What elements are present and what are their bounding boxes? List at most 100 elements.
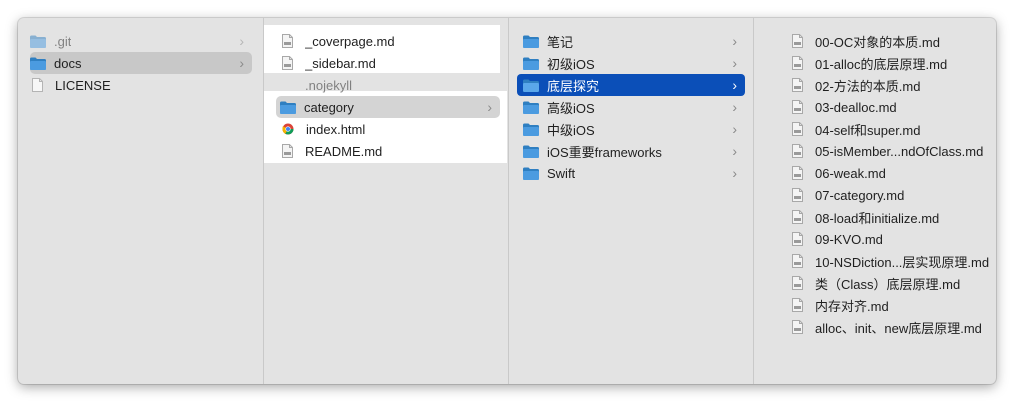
row-sidebar-file[interactable]: _sidebar.md (282, 52, 492, 74)
markdown-file-icon (282, 144, 293, 158)
folder-icon (523, 167, 539, 180)
markdown-file-icon (792, 166, 803, 180)
row-label: index.html (306, 121, 366, 137)
md-file-row[interactable]: 00-OC对象的本质.md (792, 30, 992, 52)
md-file-row[interactable]: 01-alloc的底层原理.md (792, 52, 992, 74)
md-file-row[interactable]: 03-dealloc.md (792, 96, 992, 118)
folder-icon (30, 57, 46, 70)
row-category-folder[interactable]: category › (276, 96, 500, 118)
md-file-row[interactable]: 07-category.md (792, 184, 992, 206)
row-git-folder[interactable]: .git › (30, 30, 252, 52)
row-label: 04-self和super.md (815, 122, 921, 138)
md-file-row[interactable]: 05-isMember...ndOfClass.md (792, 140, 992, 162)
row-label: 05-isMember...ndOfClass.md (815, 143, 984, 159)
markdown-file-icon (792, 34, 803, 48)
markdown-file-icon (792, 78, 803, 92)
column-low-level[interactable]: 00-OC对象的本质.md 01-alloc的底层原理.md 02-方法的本质.… (754, 18, 996, 384)
folder-icon (523, 123, 539, 136)
chevron-right-icon: › (732, 121, 737, 137)
row-folder-swift[interactable]: Swift › (523, 162, 745, 184)
row-label: 10-NSDiction...层实现原理.md (815, 254, 990, 270)
row-index-html[interactable]: index.html (282, 118, 492, 140)
row-label: 06-weak.md (815, 165, 886, 181)
chevron-right-icon: › (487, 99, 492, 115)
row-folder-notes[interactable]: 笔记 › (523, 30, 745, 52)
markdown-file-icon (792, 298, 803, 312)
md-file-row[interactable]: 06-weak.md (792, 162, 992, 184)
row-readme-file[interactable]: README.md (282, 140, 492, 162)
folder-icon (523, 57, 539, 70)
chevron-right-icon: › (732, 55, 737, 71)
row-label: .nojekyll (305, 77, 352, 93)
chevron-right-icon: › (732, 77, 737, 93)
row-label: 初级iOS (547, 56, 595, 72)
folder-icon (523, 35, 539, 48)
finder-window: .git › docs › LICENSE _coverpage.md _sid… (18, 18, 996, 384)
row-folder-advanced-ios[interactable]: 高级iOS › (523, 96, 745, 118)
md-file-row[interactable]: 04-self和super.md (792, 118, 992, 140)
row-label: 00-OC对象的本质.md (815, 34, 940, 50)
row-license-file[interactable]: LICENSE (32, 74, 254, 96)
column-docs[interactable]: _coverpage.md _sidebar.md .nojekyll cate… (264, 18, 508, 384)
markdown-file-icon (792, 144, 803, 158)
markdown-file-icon (792, 232, 803, 246)
row-label: _sidebar.md (305, 55, 376, 71)
markdown-file-icon (792, 188, 803, 202)
row-label: 09-KVO.md (815, 231, 883, 247)
folder-icon (30, 35, 46, 48)
row-folder-beginner-ios[interactable]: 初级iOS › (523, 52, 745, 74)
row-label: alloc、init、new底层原理.md (815, 320, 982, 336)
md-file-row[interactable]: alloc、init、new底层原理.md (792, 316, 992, 338)
row-label: 08-load和initialize.md (815, 210, 940, 226)
md-file-row[interactable]: 02-方法的本质.md (792, 74, 992, 96)
folder-icon (523, 79, 539, 92)
row-label: 02-方法的本质.md (815, 78, 921, 94)
row-label: docs (54, 55, 82, 71)
row-folder-low-level[interactable]: 底层探究 › (517, 74, 745, 96)
row-label: 内存对齐.md (815, 298, 889, 314)
markdown-file-icon (792, 210, 803, 224)
chevron-right-icon: › (732, 143, 737, 159)
row-label: 笔记 (547, 34, 574, 50)
row-label: 03-dealloc.md (815, 99, 897, 115)
markdown-file-icon (792, 254, 803, 268)
row-label: _coverpage.md (305, 33, 395, 49)
md-file-row[interactable]: 08-load和initialize.md (792, 206, 992, 228)
row-label: category (304, 99, 354, 115)
chevron-right-icon: › (239, 33, 244, 49)
markdown-file-icon (792, 276, 803, 290)
row-docs-folder[interactable]: docs › (30, 52, 252, 74)
row-label: 类（Class）底层原理.md (815, 276, 961, 292)
column-root[interactable]: .git › docs › LICENSE (18, 18, 263, 384)
row-label: 底层探究 (547, 78, 600, 94)
chevron-right-icon: › (732, 99, 737, 115)
markdown-file-icon (282, 56, 293, 70)
row-label: 07-category.md (815, 187, 905, 203)
row-label: iOS重要frameworks (547, 144, 662, 160)
md-file-row[interactable]: 内存对齐.md (792, 294, 992, 316)
markdown-file-icon (792, 56, 803, 70)
markdown-file-icon (792, 100, 803, 114)
row-folder-intermediate-ios[interactable]: 中级iOS › (523, 118, 745, 140)
md-file-row[interactable]: 类（Class）底层原理.md (792, 272, 992, 294)
md-file-row[interactable]: 09-KVO.md (792, 228, 992, 250)
chevron-right-icon: › (732, 165, 737, 181)
row-nojekyll-file[interactable]: .nojekyll (282, 74, 492, 96)
row-label: .git (54, 33, 72, 49)
row-folder-ios-frameworks[interactable]: iOS重要frameworks › (523, 140, 745, 162)
row-label: 01-alloc的底层原理.md (815, 56, 948, 72)
markdown-file-icon (792, 320, 803, 334)
chevron-right-icon: › (239, 55, 244, 71)
markdown-file-icon (792, 122, 803, 136)
md-file-row[interactable]: 10-NSDiction...层实现原理.md (792, 250, 992, 272)
markdown-file-icon (282, 34, 293, 48)
folder-icon (523, 145, 539, 158)
row-label: 中级iOS (547, 122, 595, 138)
row-coverpage-file[interactable]: _coverpage.md (282, 30, 492, 52)
row-label: README.md (305, 143, 383, 159)
row-label: LICENSE (55, 77, 111, 93)
folder-icon (523, 101, 539, 114)
document-icon (32, 78, 43, 92)
chevron-right-icon: › (732, 33, 737, 49)
column-category[interactable]: 笔记 › 初级iOS › 底层探究 › 高级iOS › 中级iOS › iOS重… (509, 18, 753, 384)
